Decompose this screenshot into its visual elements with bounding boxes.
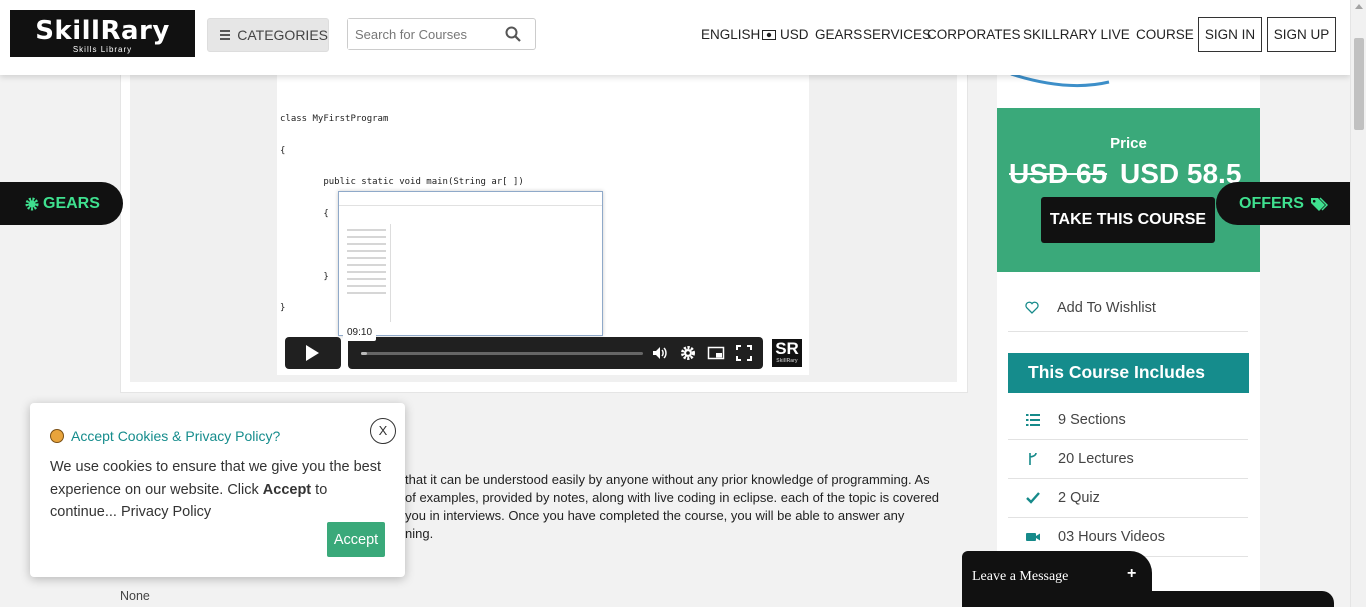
description-line: that it can be understood easily by anyo… xyxy=(405,472,930,487)
course-description: that it can be understood easily by anyo… xyxy=(405,471,975,543)
cookie-text-part1: We use cookies to ensure that we give yo… xyxy=(50,459,382,498)
progress-bar[interactable] xyxy=(361,352,643,355)
take-this-course-button[interactable]: TAKE THIS COURSE xyxy=(1041,197,1215,243)
dialog-sidebar xyxy=(343,224,391,322)
include-item-lectures: 20 Lectures xyxy=(1008,440,1248,479)
plus-icon[interactable]: + xyxy=(1127,565,1136,583)
offers-floating-tab[interactable]: OFFERS xyxy=(1216,182,1350,225)
categories-button[interactable]: CATEGORIES xyxy=(207,18,329,52)
list-icon xyxy=(1026,414,1040,426)
include-label: 20 Lectures xyxy=(1058,451,1134,467)
include-label: 2 Quiz xyxy=(1058,490,1100,506)
play-icon xyxy=(306,345,319,361)
search-box xyxy=(347,18,536,50)
play-button[interactable] xyxy=(285,337,341,369)
badge-text: SR xyxy=(775,339,799,358)
categories-label: CATEGORIES xyxy=(237,27,328,43)
requirement-value: None xyxy=(120,589,150,603)
add-to-wishlist-link[interactable]: Add To Wishlist xyxy=(1008,284,1248,332)
include-item-sections: 9 Sections xyxy=(1008,401,1248,440)
sign-in-button[interactable]: SIGN IN xyxy=(1198,17,1262,52)
scroll-thumb[interactable] xyxy=(1354,38,1364,130)
description-line: ning. xyxy=(405,526,434,541)
menu-icon xyxy=(220,28,231,42)
scroll-up-arrow-icon[interactable] xyxy=(1355,4,1363,9)
logo-subtext: Skills Library xyxy=(72,45,133,54)
new-price: USD 58.5 xyxy=(1120,158,1242,189)
nav-gears[interactable]: GEARS xyxy=(815,27,862,42)
cookie-title-text: Accept Cookies & Privacy Policy? xyxy=(71,428,281,444)
search-input[interactable] xyxy=(348,19,498,49)
picture-in-picture-icon[interactable] xyxy=(707,344,725,362)
money-icon xyxy=(762,29,776,40)
include-label: 03 Hours Videos xyxy=(1058,529,1165,545)
price-label: Price xyxy=(1110,135,1147,152)
chat-label: Leave a Message xyxy=(972,569,1069,584)
check-icon xyxy=(1026,492,1040,504)
progress-fill xyxy=(361,352,367,355)
volume-icon[interactable] xyxy=(651,344,669,362)
description-line: you in interviews. Once you have complet… xyxy=(405,508,905,523)
nav-corporates[interactable]: CORPORATES xyxy=(927,27,1021,42)
chat-bar xyxy=(962,591,1334,607)
search-icon[interactable] xyxy=(505,26,521,42)
cookie-accept-button[interactable]: Accept xyxy=(327,522,385,557)
control-bar xyxy=(348,337,763,369)
wishlist-label: Add To Wishlist xyxy=(1057,299,1156,316)
nav-usd: USD xyxy=(780,27,809,42)
include-item-quiz: 2 Quiz xyxy=(1008,479,1248,518)
tags-icon xyxy=(1310,196,1328,211)
course-includes-heading: This Course Includes xyxy=(1008,353,1249,393)
sign-up-button[interactable]: SIGN UP xyxy=(1267,17,1336,52)
nav-course[interactable]: COURSE xyxy=(1136,27,1194,42)
nav-currency[interactable]: USD xyxy=(762,27,809,42)
site-header: SkillRary Skills Library CATEGORIES ENGL… xyxy=(0,0,1350,75)
chat-widget[interactable]: Leave a Message + xyxy=(962,551,1334,607)
nav-english[interactable]: ENGLISH xyxy=(701,27,760,42)
logo-text: SkillRary xyxy=(35,16,170,46)
cookie-icon xyxy=(50,429,64,443)
skillrary-logo[interactable]: SkillRary Skills Library xyxy=(10,10,195,57)
cookie-title: Accept Cookies & Privacy Policy? xyxy=(50,428,280,444)
nav-skillrary-live[interactable]: SKILLRARY LIVE xyxy=(1023,27,1130,42)
cookie-message: We use cookies to ensure that we give yo… xyxy=(50,456,385,524)
include-label: 9 Sections xyxy=(1058,412,1126,428)
privacy-policy-link[interactable]: Privacy Policy xyxy=(121,504,211,520)
time-tooltip: 09:10 xyxy=(343,325,376,341)
old-price: USD 65 xyxy=(1009,158,1108,189)
cookie-text-bold: Accept xyxy=(262,481,312,498)
gear-icon xyxy=(25,197,39,210)
offers-tab-label: OFFERS xyxy=(1239,194,1304,212)
video-logo-badge[interactable]: SR SkillRary xyxy=(772,339,802,367)
heart-icon xyxy=(1025,301,1039,314)
cookie-consent-popup: X Accept Cookies & Privacy Policy? We us… xyxy=(30,403,405,577)
description-line: of examples, provided by notes, along wi… xyxy=(405,490,940,505)
dialog-titlebar xyxy=(339,192,602,206)
page-scrollbar[interactable] xyxy=(1350,0,1366,607)
fullscreen-icon[interactable] xyxy=(735,344,753,362)
gears-tab-label: GEARS xyxy=(43,194,100,212)
nav-services[interactable]: SERVICES xyxy=(863,27,931,42)
lecture-icon xyxy=(1029,452,1037,465)
code-line: class MyFirstProgram xyxy=(280,114,389,124)
gears-floating-tab[interactable]: GEARS xyxy=(0,182,123,225)
badge-subtext: SkillRary xyxy=(776,358,798,364)
cookie-close-button[interactable]: X xyxy=(370,418,396,444)
settings-gear-icon[interactable] xyxy=(679,344,697,362)
code-line: { xyxy=(280,145,286,156)
video-save-dialog xyxy=(338,191,603,336)
video-camera-icon xyxy=(1026,533,1040,541)
code-line: public static void main(String ar[ ]) xyxy=(280,177,524,187)
